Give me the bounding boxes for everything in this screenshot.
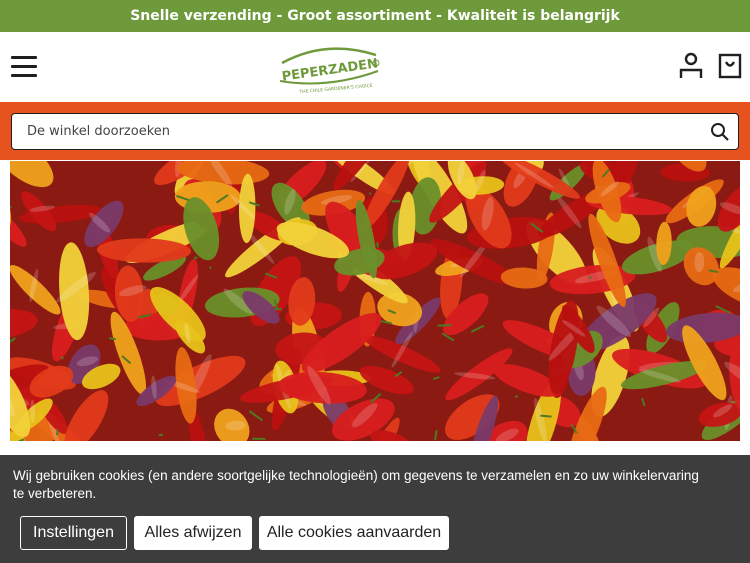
hero-image <box>10 161 740 441</box>
cookie-settings-button[interactable]: Instellingen <box>20 516 127 550</box>
peperzaden-logo-icon: PEPERZADEN THE CHILE GARDENER'S CHOICE <box>279 47 380 95</box>
search-box <box>11 113 739 150</box>
promo-bar: Snelle verzending - Groot assortiment - … <box>0 0 750 32</box>
search-icon[interactable] <box>710 122 730 142</box>
site-header: PEPERZADEN THE CHILE GARDENER'S CHOICE <box>0 32 750 102</box>
chili-peppers-photo <box>10 161 740 441</box>
user-account-icon[interactable] <box>678 52 704 80</box>
search-input[interactable] <box>13 115 703 148</box>
hamburger-menu-icon[interactable] <box>11 56 37 78</box>
cookie-reject-button[interactable]: Alles afwijzen <box>134 516 252 550</box>
logo-tagline: THE CHILE GARDENER'S CHOICE <box>298 83 373 95</box>
shopping-bag-icon[interactable] <box>718 52 742 80</box>
search-band <box>0 102 750 160</box>
site-logo[interactable]: PEPERZADEN THE CHILE GARDENER'S CHOICE <box>276 41 386 95</box>
cookie-accept-button[interactable]: Alle cookies aanvaarden <box>259 516 449 550</box>
logo-text: PEPERZADEN <box>281 56 379 84</box>
promo-text: Snelle verzending - Groot assortiment - … <box>130 8 620 24</box>
cookie-message: Wij gebruiken cookies (en andere soortge… <box>13 468 699 501</box>
cookie-banner: Wij gebruiken cookies (en andere soortge… <box>0 455 750 563</box>
